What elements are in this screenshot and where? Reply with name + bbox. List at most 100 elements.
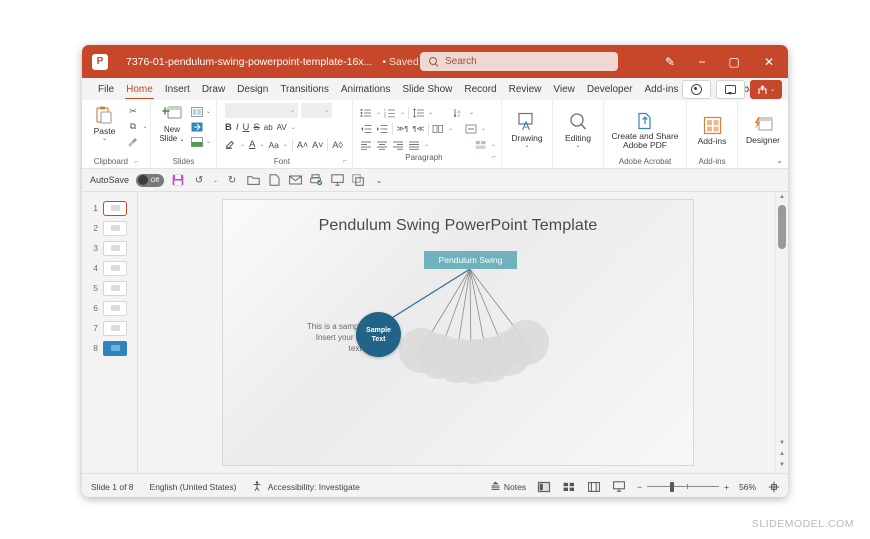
tab-slide-show[interactable]: Slide Show <box>396 78 458 100</box>
reset-slide-icon[interactable] <box>190 120 203 133</box>
line-spacing-icon[interactable] <box>412 106 425 119</box>
language-status[interactable]: English (United States) <box>150 482 237 492</box>
tab-file[interactable]: File <box>92 78 120 100</box>
thumbnail-slide-2[interactable]: 2 <box>82 218 137 238</box>
scroll-down-arrow-icon[interactable]: ▼ <box>776 438 788 449</box>
record-button[interactable] <box>682 80 711 99</box>
zoom-in-button[interactable]: + <box>724 482 729 492</box>
align-left-icon[interactable] <box>360 138 373 151</box>
tab-animations[interactable]: Animations <box>335 78 396 100</box>
layout-icon[interactable] <box>190 105 203 118</box>
tab-review[interactable]: Review <box>503 78 548 100</box>
autosave-toggle[interactable]: Off <box>136 173 165 187</box>
cut-icon[interactable]: ✂ <box>126 105 139 118</box>
maximize-button[interactable]: ▢ <box>718 45 750 78</box>
slide-sorter-icon[interactable] <box>562 481 576 493</box>
text-direction-icon[interactable]: AZ <box>453 106 466 119</box>
thumbnail-slide-1[interactable]: 1 <box>82 198 137 218</box>
text-highlight-icon[interactable] <box>225 138 236 152</box>
strikethrough-button[interactable]: S <box>253 122 259 133</box>
comments-button[interactable] <box>716 80 745 99</box>
thumbnail-slide-4[interactable]: 4 <box>82 258 137 278</box>
close-button[interactable]: ✕ <box>750 45 788 78</box>
zoom-out-button[interactable]: − <box>637 482 642 492</box>
text-direction-chevron-down-icon[interactable]: ⌄ <box>469 109 474 116</box>
save-icon[interactable] <box>171 173 185 187</box>
text-shadow-button[interactable]: ab <box>264 123 273 132</box>
align-text-chevron-down-icon[interactable]: ⌄ <box>481 125 486 132</box>
line-spacing-chevron-down-icon[interactable]: ⌄ <box>428 109 433 116</box>
thumbnail-slide-8[interactable]: 8 <box>82 338 137 358</box>
smartart-chevron-down-icon[interactable]: ⌄ <box>491 141 496 148</box>
zoom-slider-handle[interactable] <box>670 481 674 492</box>
numbering-chevron-down-icon[interactable]: ⌄ <box>400 109 405 116</box>
change-case-chevron-down-icon[interactable]: ⌄ <box>283 141 288 148</box>
scrollbar-thumb[interactable] <box>778 205 786 249</box>
change-case-button[interactable]: Aa <box>268 140 278 150</box>
normal-view-icon[interactable] <box>537 480 552 493</box>
slide-canvas[interactable]: Pendulum Swing PowerPoint Template Pendu… <box>222 199 694 466</box>
justify-icon[interactable] <box>408 138 421 151</box>
bullets-chevron-down-icon[interactable]: ⌄ <box>376 109 381 116</box>
copy-icon[interactable]: ⧉ <box>126 120 139 133</box>
font-color-button[interactable]: A <box>249 139 255 150</box>
columns-icon[interactable] <box>432 122 445 135</box>
paragraph-dialog-launcher[interactable]: ⌐ <box>492 152 496 164</box>
pendulum-ball-active[interactable]: Sample Text <box>356 312 401 357</box>
align-right-icon[interactable] <box>392 138 405 151</box>
font-color-chevron-down-icon[interactable]: ⌄ <box>259 141 264 148</box>
next-slide-icon[interactable]: ▼ <box>776 460 788 471</box>
numbering-icon[interactable]: 123 <box>384 106 397 119</box>
duplicate-icon[interactable] <box>351 173 365 187</box>
thumbnail-slide-6[interactable]: 6 <box>82 298 137 318</box>
align-center-icon[interactable] <box>376 138 389 151</box>
share-button[interactable]: ⌄ <box>750 80 782 99</box>
tab-record[interactable]: Record <box>458 78 502 100</box>
clear-formatting-button[interactable]: A◊ <box>332 140 342 150</box>
accessibility-status[interactable]: Accessibility: Investigate <box>252 481 360 492</box>
slideshow-icon[interactable] <box>330 173 344 187</box>
font-size-field[interactable]: ⌄ <box>301 103 333 118</box>
tab-transitions[interactable]: Transitions <box>274 78 335 100</box>
slide-count-status[interactable]: Slide 1 of 8 <box>91 482 134 492</box>
section-icon[interactable] <box>190 135 203 148</box>
font-name-field[interactable]: ⌄ <box>225 103 299 118</box>
decrease-font-size-button[interactable]: A˅ <box>312 140 323 150</box>
add-ins-button[interactable]: Add-ins <box>692 114 732 146</box>
open-folder-icon[interactable] <box>246 173 260 187</box>
create-and-share-adobe-pdf-button[interactable]: Create and Share Adobe PDF <box>609 110 681 150</box>
format-painter-icon[interactable] <box>126 135 139 148</box>
tab-view[interactable]: View <box>547 78 581 100</box>
italic-button[interactable]: I <box>236 122 239 133</box>
slideshow-view-icon[interactable] <box>612 481 626 493</box>
previous-slide-icon[interactable]: ▲ <box>776 449 788 460</box>
undo-chevron-down-icon[interactable]: ⌄ <box>213 177 218 184</box>
search-input[interactable]: Search <box>420 52 618 71</box>
text-highlight-chevron-down-icon[interactable]: ⌄ <box>240 141 245 148</box>
tab-add-ins[interactable]: Add-ins <box>639 78 685 100</box>
align-text-icon[interactable] <box>465 122 478 135</box>
minimize-button[interactable]: − <box>686 45 718 78</box>
character-spacing-chevron-down-icon[interactable]: ⌄ <box>291 124 296 131</box>
thumbnail-slide-3[interactable]: 3 <box>82 238 137 258</box>
customize-quick-access-chevron-down-icon[interactable]: ⌄ <box>372 173 386 187</box>
smartart-icon[interactable] <box>475 138 488 151</box>
reading-view-icon[interactable] <box>587 481 601 493</box>
bold-button[interactable]: B <box>225 122 232 133</box>
tab-draw[interactable]: Draw <box>196 78 231 100</box>
pendulum-swing-label[interactable]: Pendulum Swing <box>424 251 517 269</box>
tab-insert[interactable]: Insert <box>159 78 196 100</box>
tab-developer[interactable]: Developer <box>581 78 639 100</box>
vertical-scrollbar[interactable]: ▲ ▼ ▲ ▼ <box>775 192 788 473</box>
clipboard-dialog-launcher[interactable]: ⌐ <box>134 159 138 166</box>
thumbnail-slide-5[interactable]: 5 <box>82 278 137 298</box>
undo-icon[interactable]: ↺ <box>192 173 206 187</box>
bullets-icon[interactable] <box>360 106 373 119</box>
zoom-level[interactable]: 56% <box>734 482 756 492</box>
slide-thumbnail-pane[interactable]: 1 2 3 4 5 6 7 8 <box>82 192 138 473</box>
layout-chevron-down-icon[interactable]: ⌄ <box>206 108 211 115</box>
increase-indent-icon[interactable] <box>376 122 389 135</box>
pen-icon[interactable]: ✎ <box>654 45 686 78</box>
rtl-direction-icon[interactable]: ¶≪ <box>412 122 425 135</box>
tab-design[interactable]: Design <box>231 78 274 100</box>
